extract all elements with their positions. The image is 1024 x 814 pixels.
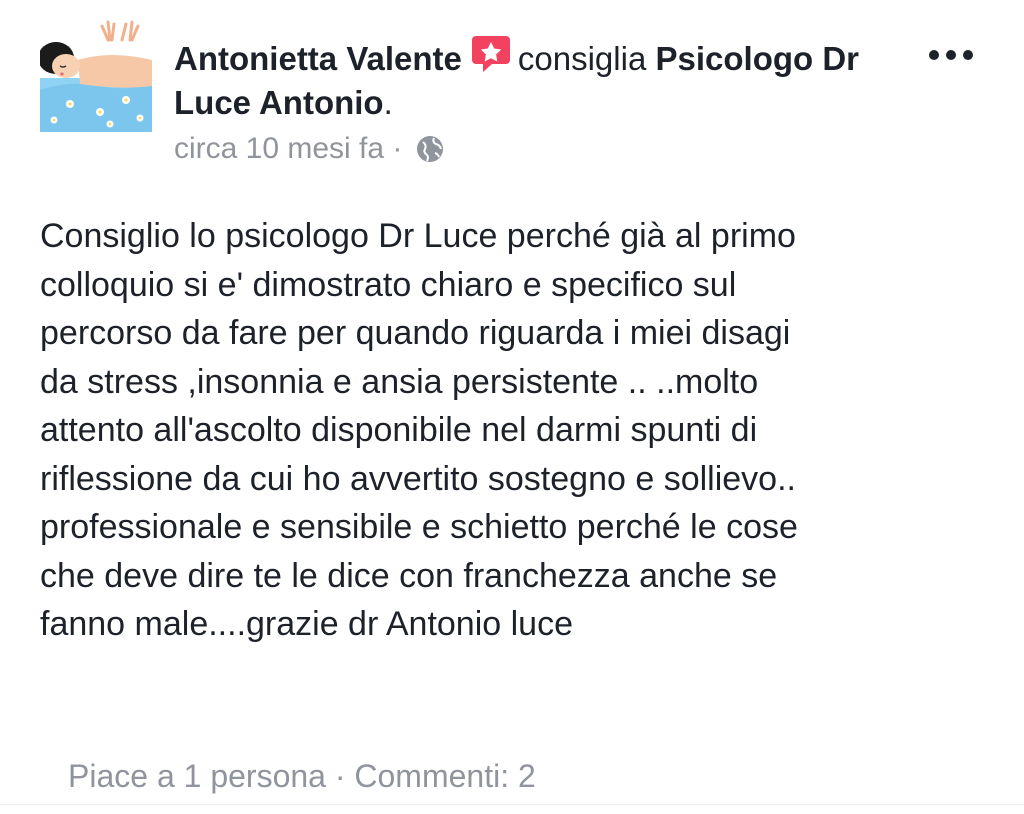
header-period: .	[383, 84, 393, 121]
footer-separator: ·	[325, 758, 355, 794]
recommend-star-icon	[470, 34, 512, 74]
divider	[0, 804, 1024, 805]
globe-icon	[415, 134, 445, 164]
action-text: consiglia	[517, 40, 647, 77]
timestamp-link[interactable]: circa 10 mesi fa	[174, 132, 384, 165]
author-name[interactable]: Antonietta Valente	[174, 40, 462, 77]
comments-link[interactable]: Commenti: 2	[354, 758, 535, 794]
likes-link[interactable]: Piace a 1 persona	[68, 758, 326, 794]
post-header: Antonietta Valente consiglia Psicologo D…	[174, 34, 904, 125]
author-avatar[interactable]	[40, 20, 152, 132]
post-body: Consiglio lo psicologo Dr Luce perché gi…	[40, 217, 798, 643]
more-options-icon[interactable]	[926, 40, 976, 70]
meta-separator: ·	[392, 132, 403, 165]
post-footer: Piace a 1 persona · Commenti: 2	[68, 754, 536, 798]
recommendation-post: Antonietta Valente consiglia Psicologo D…	[0, 0, 1024, 814]
post-meta: circa 10 mesi fa ·	[174, 128, 445, 170]
